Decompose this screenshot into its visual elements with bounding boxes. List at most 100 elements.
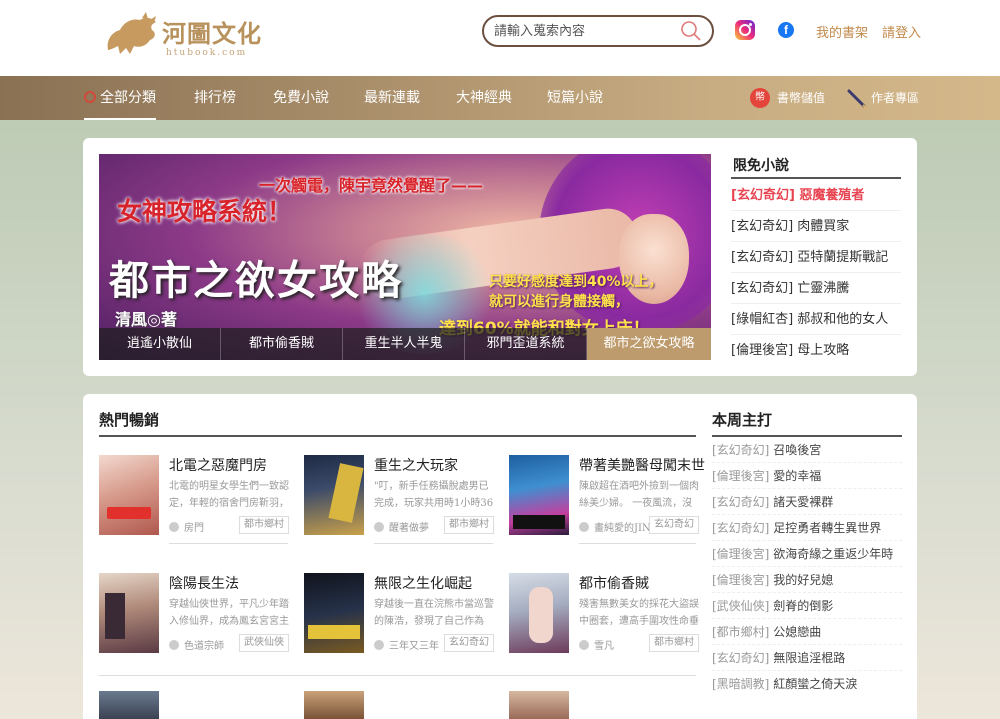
- item-title[interactable]: 紅顏蠻之倚天淚: [773, 677, 857, 691]
- site-logo[interactable]: 河圖文化 htubook.com: [102, 10, 262, 64]
- weekly-list-item[interactable]: [倫理後宮] 愛的幸福: [712, 463, 902, 489]
- free-list-item[interactable]: [玄幻奇幻] 亞特蘭提斯戰記: [731, 242, 901, 273]
- author-name: 醒著做夢: [389, 523, 429, 534]
- banner-tab[interactable]: 邪門歪道系統: [465, 328, 587, 360]
- book-cover[interactable]: [304, 691, 364, 719]
- nav-all-categories[interactable]: 全部分類: [84, 76, 156, 120]
- book-cover[interactable]: [304, 573, 364, 653]
- book-title[interactable]: 帶著美艷醫母闖末世: [579, 455, 705, 475]
- book-category-tag[interactable]: 武俠仙俠: [239, 634, 289, 652]
- free-list-item[interactable]: [倫理後宮] 母上攻略: [731, 335, 901, 366]
- book-author: 醒著做夢: [374, 519, 429, 534]
- coin-topup-link[interactable]: 書幣儲值: [777, 76, 825, 120]
- book-category-tag[interactable]: 都市鄉村: [239, 516, 289, 534]
- top-header: 河圖文化 htubook.com f 我的書架 請登入: [0, 0, 1000, 76]
- weekly-list-item[interactable]: [玄幻奇幻] 足控勇者轉生異世界: [712, 515, 902, 541]
- item-title[interactable]: 欲海奇緣之重返少年時: [773, 547, 893, 561]
- item-title[interactable]: 無限追淫棍路: [773, 651, 845, 665]
- book-cover[interactable]: [509, 573, 569, 653]
- weekly-list-item[interactable]: [玄幻奇幻] 召喚後宮: [712, 437, 902, 463]
- item-title[interactable]: 劍脊的倒影: [773, 599, 833, 613]
- item-title[interactable]: 我的好兒媳: [773, 573, 833, 587]
- item-title[interactable]: 召喚後宮: [773, 443, 821, 457]
- weekly-list-item[interactable]: [都市鄉村] 公媳戀曲: [712, 619, 902, 645]
- book-card[interactable]: 北電之惡魔門房 北電的明星女學生們一致認定，年輕的宿舍門房靳羽， 房門 都市鄉村: [99, 455, 289, 535]
- item-category: [玄幻奇幻]: [712, 521, 770, 535]
- book-description: 穿越後一直在浣熊市當巡警的陳浩，發現了自己作為NP: [374, 599, 494, 627]
- instagram-icon[interactable]: [735, 20, 755, 40]
- item-title[interactable]: 愛的幸福: [773, 469, 821, 483]
- nav-free-novels[interactable]: 免費小說: [273, 76, 329, 120]
- book-card[interactable]: 重生之大玩家 "叮，新手任務攝脫處男已完成，玩家共用時1小時36 醒著做夢 都市…: [304, 455, 494, 535]
- weekly-list-item[interactable]: [玄幻奇幻] 無限追淫棍路: [712, 645, 902, 671]
- book-cover[interactable]: [509, 691, 569, 719]
- banner-tab[interactable]: 都市偷香賊: [221, 328, 343, 360]
- weekly-list-item[interactable]: [黑暗調教] 紅顏蠻之倚天淚: [712, 671, 902, 697]
- banner-tagline: 一次觸電，陳宇竟然覺醒了——: [259, 176, 484, 195]
- weekly-list-item[interactable]: [玄幻奇幻] 諸天愛裸群: [712, 489, 902, 515]
- author-avatar-icon: [579, 522, 589, 532]
- free-list-item[interactable]: [玄幻奇幻] 肉體買家: [731, 211, 901, 242]
- book-title[interactable]: 陰陽長生法: [169, 573, 239, 593]
- banner-promo-line: 就可以進行身體接觸，: [489, 294, 629, 310]
- item-category: [黑暗調教]: [712, 677, 770, 691]
- item-title[interactable]: 公媳戀曲: [773, 625, 821, 639]
- search-icon[interactable]: [680, 20, 702, 42]
- book-cover[interactable]: [99, 573, 159, 653]
- item-category: [倫理後宮]: [712, 573, 770, 587]
- book-cover[interactable]: [304, 455, 364, 535]
- search-box[interactable]: [482, 15, 714, 47]
- book-title[interactable]: 無限之生化崛起: [374, 573, 472, 593]
- weekly-list-item[interactable]: [倫理後宮] 欲海奇緣之重返少年時: [712, 541, 902, 567]
- cover-art: [328, 463, 364, 523]
- logo-domain: htubook.com: [166, 48, 248, 58]
- book-title[interactable]: 北電之惡魔門房: [169, 455, 267, 475]
- free-list-item[interactable]: [玄幻奇幻] 惡魔養殖者: [731, 180, 901, 211]
- weekly-list-item[interactable]: [倫理後宮] 我的好兒媳: [712, 567, 902, 593]
- book-category-tag[interactable]: 都市鄉村: [649, 634, 699, 652]
- nav-rankings[interactable]: 排行榜: [194, 76, 236, 120]
- nav-latest[interactable]: 最新連載: [364, 76, 420, 120]
- book-title[interactable]: 都市偷香賊: [579, 573, 649, 593]
- book-card[interactable]: 陰陽長生法 穿越仙俠世界，平凡少年踏入修仙界，成為鳳玄宮宮主 色道宗師 武俠仙俠: [99, 573, 289, 653]
- banner-tab[interactable]: 重生半人半鬼: [343, 328, 465, 360]
- book-title[interactable]: 重生之大玩家: [374, 455, 458, 475]
- free-list-item[interactable]: [玄幻奇幻] 亡靈沸騰: [731, 273, 901, 304]
- book-cover[interactable]: [99, 455, 159, 535]
- book-cover[interactable]: [509, 455, 569, 535]
- search-input[interactable]: [494, 22, 674, 40]
- item-category: [玄幻奇幻]: [712, 651, 770, 665]
- author-avatar-icon: [579, 640, 589, 650]
- author-avatar-icon: [169, 640, 179, 650]
- pen-icon[interactable]: [846, 88, 868, 110]
- book-card[interactable]: 帶著美艷醫母闖末世 陳啟超在酒吧外撿到一個肉絲美少婦。 一夜風流，沒 畫純愛的J…: [509, 455, 705, 535]
- banner-tab-active[interactable]: 都市之欲女攻略: [587, 328, 711, 360]
- book-description: "叮，新手任務攝脫處男已完成，玩家共用時1小時36: [374, 481, 494, 509]
- book-author: 三年又三年: [374, 637, 439, 652]
- nav-classics[interactable]: 大神經典: [456, 76, 512, 120]
- qilin-logo-icon: [107, 12, 156, 54]
- login-link[interactable]: 請登入: [882, 22, 921, 41]
- coin-icon[interactable]: 幣: [750, 88, 770, 108]
- item-title[interactable]: 足控勇者轉生異世界: [773, 521, 881, 535]
- book-author: 房門: [169, 519, 204, 534]
- book-category-tag[interactable]: 玄幻奇幻: [444, 634, 494, 652]
- section-divider: [731, 177, 901, 179]
- item-title[interactable]: 諸天愛裸群: [773, 495, 833, 509]
- author-name: 雪凡: [594, 641, 614, 652]
- banner-tab[interactable]: 逍遙小散仙: [99, 328, 221, 360]
- book-card[interactable]: 無限之生化崛起 穿越後一直在浣熊市當巡警的陳浩，發現了自己作為NP 三年又三年 …: [304, 573, 494, 653]
- book-cover[interactable]: [99, 691, 159, 719]
- author-name: 色道宗師: [184, 641, 224, 652]
- facebook-icon[interactable]: f: [778, 22, 794, 38]
- book-category-tag[interactable]: 都市鄉村: [444, 516, 494, 534]
- book-category-tag[interactable]: 玄幻奇幻: [649, 516, 699, 534]
- cover-art: [513, 515, 565, 529]
- book-description: 北電的明星女學生們一致認定，年輕的宿舍門房靳羽，: [169, 481, 289, 509]
- author-zone-link[interactable]: 作者專區: [871, 76, 919, 120]
- nav-short-stories[interactable]: 短篇小說: [547, 76, 603, 120]
- my-bookshelf-link[interactable]: 我的書架: [816, 22, 868, 41]
- free-list-item[interactable]: [綠帽紅杏] 郝叔和他的女人: [731, 304, 901, 335]
- book-card[interactable]: 都市偷香賊 殘害無數美女的採花大盜誤中圈套，遭高手圍攻性命垂 雪凡 都市鄉村: [509, 573, 699, 653]
- weekly-list-item[interactable]: [武俠仙俠] 劍脊的倒影: [712, 593, 902, 619]
